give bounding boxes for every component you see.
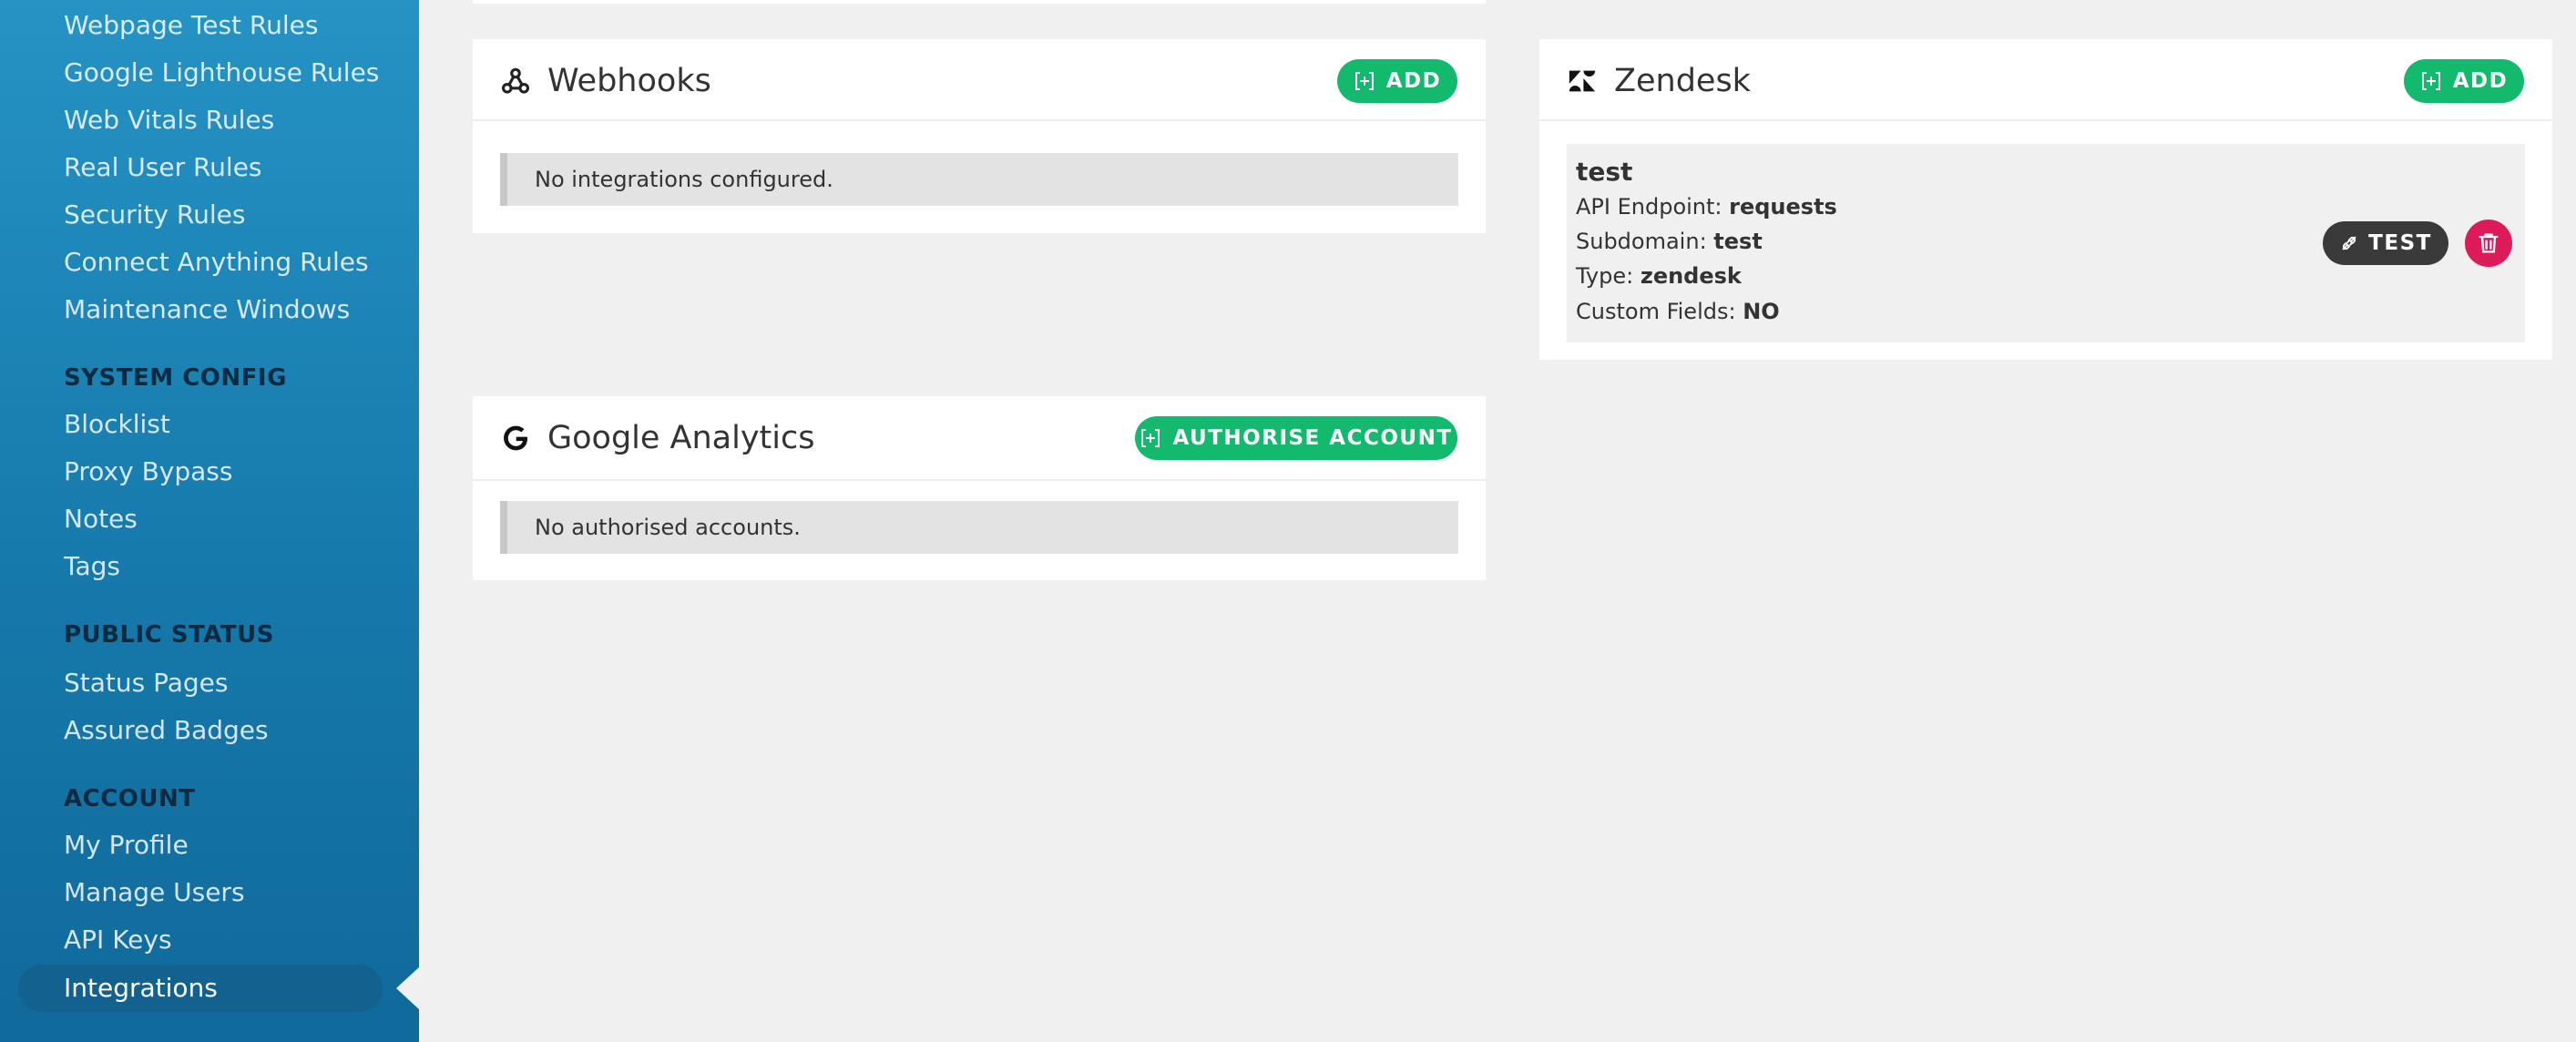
webhook-icon — [500, 66, 531, 97]
add-icon — [1141, 429, 1160, 447]
zendesk-add-button[interactable]: ADD — [2404, 59, 2524, 103]
sidebar-heading-system-config: SYSTEM CONFIG — [64, 364, 287, 392]
sidebar-item-status-pages[interactable]: Status Pages — [64, 668, 229, 699]
sidebar-item-webpage-test-rules[interactable]: Webpage Test Rules — [64, 10, 318, 41]
zendesk-card: Zendesk ADD test API Endpoint: requests … — [1539, 39, 2552, 360]
field-label: Type: — [1576, 263, 1641, 289]
sidebar-item-api-keys[interactable]: API Keys — [64, 925, 172, 955]
zendesk-title: Zendesk — [1614, 63, 1751, 99]
divider — [473, 479, 1486, 481]
sidebar-item-label: Integrations — [64, 973, 218, 1003]
sidebar-item-integrations[interactable]: Integrations — [18, 965, 383, 1012]
zendesk-icon — [1567, 66, 1598, 97]
webhooks-empty-message: No integrations configured. — [500, 153, 1458, 206]
button-label: TEST — [2368, 231, 2432, 255]
type-row: Type: zendesk — [1576, 263, 1742, 289]
sidebar-item-notes[interactable]: Notes — [64, 504, 138, 535]
sidebar-heading-account: ACCOUNT — [64, 785, 196, 812]
integration-name: test — [1576, 157, 1633, 187]
sidebar-item-my-profile[interactable]: My Profile — [64, 830, 189, 861]
webhooks-title: Webhooks — [547, 63, 711, 99]
field-label: Subdomain: — [1576, 229, 1714, 254]
api-endpoint-row: API Endpoint: requests — [1576, 194, 1837, 220]
delete-button[interactable] — [2465, 220, 2512, 267]
button-label: ADD — [2452, 69, 2509, 93]
field-value: zendesk — [1640, 263, 1742, 289]
button-label: ADD — [1385, 69, 1442, 93]
sidebar-item-manage-users[interactable]: Manage Users — [64, 877, 245, 908]
sidebar-item-real-user-rules[interactable]: Real User Rules — [64, 152, 262, 183]
add-icon — [2421, 72, 2440, 90]
field-value: requests — [1729, 194, 1837, 220]
zendesk-integration-entry: test API Endpoint: requests Subdomain: t… — [1567, 144, 2525, 342]
test-button[interactable]: TEST — [2323, 221, 2448, 265]
sidebar-item-google-lighthouse-rules[interactable]: Google Lighthouse Rules — [64, 57, 379, 88]
google-analytics-empty-message: No authorised accounts. — [500, 501, 1458, 554]
sidebar: Webpage Test Rules Google Lighthouse Rul… — [0, 0, 419, 1042]
trash-icon — [2479, 233, 2499, 253]
sidebar-item-connect-anything-rules[interactable]: Connect Anything Rules — [64, 247, 369, 278]
sidebar-item-maintenance-windows[interactable]: Maintenance Windows — [64, 294, 350, 325]
sidebar-item-tags[interactable]: Tags — [64, 551, 120, 582]
subdomain-row: Subdomain: test — [1576, 229, 1763, 254]
custom-fields-row: Custom Fields: NO — [1576, 299, 1780, 324]
plug-icon — [2342, 236, 2356, 250]
authorise-account-button[interactable]: AUTHORISE ACCOUNT — [1135, 416, 1457, 460]
field-label: Custom Fields: — [1576, 299, 1743, 324]
divider — [1539, 119, 2552, 121]
sidebar-heading-public-status: PUBLIC STATUS — [64, 621, 274, 649]
google-analytics-card: Google Analytics AUTHORISE ACCOUNT No au… — [473, 396, 1486, 580]
webhooks-card: Webhooks ADD No integrations configured. — [473, 39, 1486, 233]
google-icon — [500, 423, 531, 454]
sidebar-item-security-rules[interactable]: Security Rules — [64, 199, 245, 230]
field-value: test — [1713, 229, 1763, 254]
card-edge — [473, 0, 1486, 4]
add-icon — [1354, 72, 1374, 90]
sidebar-item-proxy-bypass[interactable]: Proxy Bypass — [64, 456, 233, 487]
divider — [473, 119, 1486, 121]
sidebar-item-assured-badges[interactable]: Assured Badges — [64, 715, 269, 746]
sidebar-item-blocklist[interactable]: Blocklist — [64, 409, 170, 440]
button-label: AUTHORISE ACCOUNT — [1172, 426, 1453, 450]
field-label: API Endpoint: — [1576, 194, 1730, 220]
webhooks-add-button[interactable]: ADD — [1337, 59, 1457, 103]
google-analytics-title: Google Analytics — [547, 420, 815, 456]
active-indicator-caret — [396, 966, 420, 1010]
sidebar-item-web-vitals-rules[interactable]: Web Vitals Rules — [64, 105, 274, 136]
field-value: NO — [1743, 299, 1780, 324]
